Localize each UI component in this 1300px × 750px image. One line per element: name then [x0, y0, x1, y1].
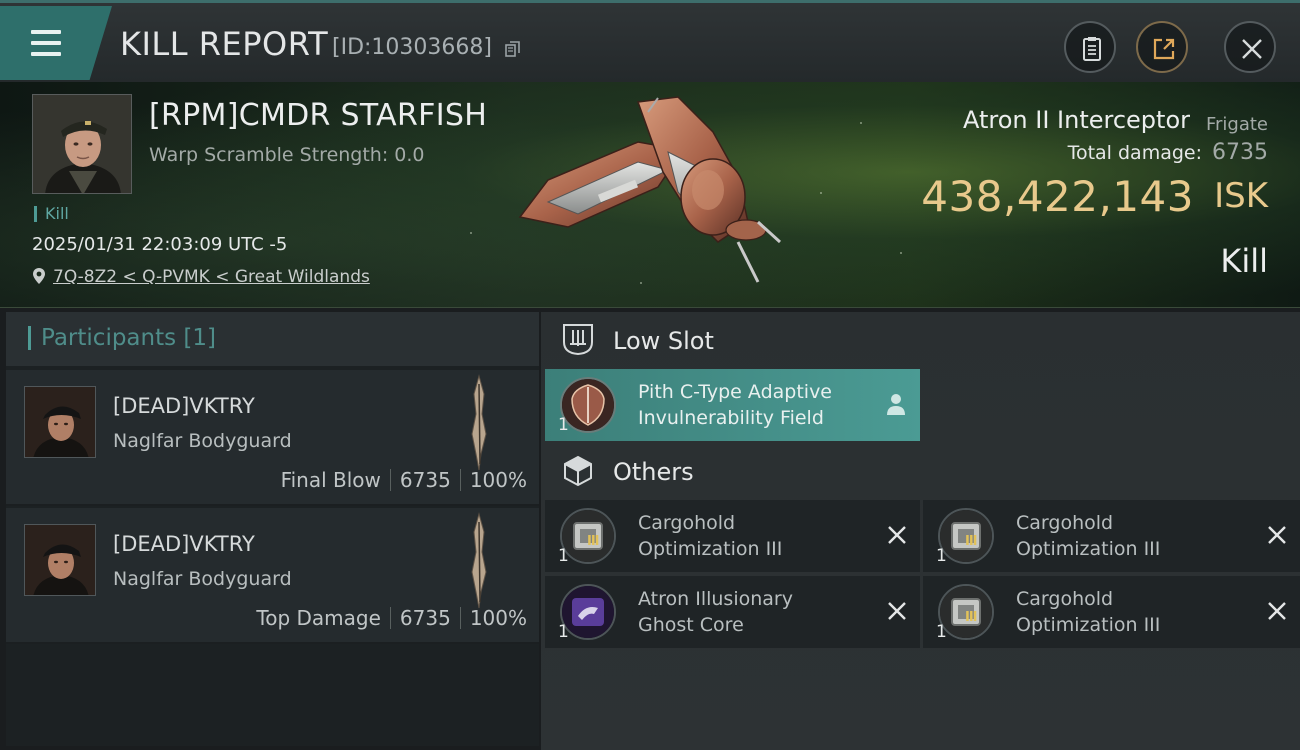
participant-name[interactable]: [DEAD]VKTRY	[113, 394, 255, 418]
participant-percent: 100%	[469, 606, 527, 630]
participants-title: Participants [1]	[28, 326, 216, 350]
total-damage-label: Total damage:	[1067, 142, 1202, 164]
ship-name[interactable]: Atron II Interceptor	[963, 106, 1190, 134]
low-slot-icon	[563, 324, 593, 356]
module-name: Cargohold Optimization III	[638, 510, 868, 562]
low-slot-label: Low Slot	[613, 327, 714, 355]
participant-ship-icon[interactable]	[468, 374, 490, 472]
pilot-avatar	[33, 95, 131, 193]
share-button[interactable]	[1136, 21, 1188, 73]
destroyed-x-icon	[888, 526, 906, 544]
kill-location-link[interactable]: 7Q-8Z2 < Q-PVMK < Great Wildlands	[53, 267, 370, 287]
participants-header: Participants [1]	[6, 312, 539, 366]
module-name: Cargohold Optimization III	[1016, 510, 1246, 562]
module-name-line: Cargohold	[1016, 512, 1114, 534]
tier-badge-icon: III	[587, 534, 599, 549]
victim-name[interactable]: [RPM]CMDR STARFISH	[149, 98, 487, 133]
participant-avatar[interactable]	[24, 524, 96, 596]
participant-stats: Final Blow 6735 100%	[281, 468, 527, 492]
module-name-line: Cargohold	[638, 512, 736, 534]
cargo-box-icon	[564, 455, 592, 487]
module-item[interactable]: 1 Pith C-Type Adaptive Invulnerability F…	[545, 369, 920, 441]
tier-badge-icon: III	[965, 534, 977, 549]
module-name: Cargohold Optimization III	[1016, 586, 1246, 638]
module-name-line: Pith C-Type Adaptive	[638, 381, 832, 403]
kill-datetime: 2025/01/31 22:03:09 UTC -5	[32, 234, 288, 255]
ghost-core-icon	[562, 586, 614, 638]
participant-avatar[interactable]	[24, 386, 96, 458]
participant-role: Top Damage	[256, 606, 381, 630]
module-item[interactable]: 1 Atron Illusionary Ghost Core	[545, 576, 920, 648]
module-name-line: Atron Illusionary	[638, 588, 793, 610]
module-item[interactable]: III 1 Cargohold Optimization III	[923, 500, 1300, 572]
title-bar: KILL REPORT [ID:10303668]	[0, 0, 1300, 82]
report-id: [ID:10303668]	[332, 35, 492, 60]
module-quantity: 1	[936, 546, 947, 566]
location-pin-icon	[33, 268, 45, 284]
module-quantity: 1	[558, 546, 569, 566]
copy-icon[interactable]	[505, 41, 520, 57]
module-quantity: 1	[936, 622, 947, 642]
total-damage-value: 6735	[1212, 140, 1268, 165]
module-name-line: Optimization III	[1016, 538, 1161, 560]
isk-unit: ISK	[1214, 176, 1268, 216]
shield-module-icon	[562, 379, 614, 431]
share-icon	[1153, 38, 1175, 60]
participant-stats: Top Damage 6735 100%	[256, 606, 527, 630]
tier-badge-icon: III	[965, 610, 977, 625]
participant-ship-icon[interactable]	[468, 512, 490, 610]
module-quantity: 1	[558, 622, 569, 642]
module-name-line: Cargohold	[1016, 588, 1114, 610]
others-label: Others	[613, 458, 694, 486]
module-name-line: Optimization III	[638, 538, 783, 560]
clipboard-icon	[1083, 37, 1101, 61]
module-name: Pith C-Type Adaptive Invulnerability Fie…	[638, 379, 868, 431]
destroyed-x-icon	[1268, 602, 1286, 620]
participant-row[interactable]: [DEAD]VKTRY Naglfar Bodyguard Final Blow…	[6, 370, 539, 506]
page-title: KILL REPORT	[120, 25, 329, 63]
participant-corp: Naglfar Bodyguard	[113, 568, 292, 590]
close-button[interactable]	[1224, 21, 1276, 73]
person-icon[interactable]	[884, 391, 908, 417]
destroyed-x-icon	[1268, 526, 1286, 544]
kill-type: Kill	[1220, 242, 1268, 280]
clipboard-button[interactable]	[1064, 21, 1116, 73]
destroyed-x-icon	[888, 602, 906, 620]
participant-damage: 6735	[399, 468, 451, 492]
isk-value: 438,422,143	[921, 172, 1194, 221]
participants-panel: Participants [1] [DEAD]VKTRY Naglfar Bod…	[6, 312, 539, 746]
victim-summary: [RPM]CMDR STARFISH Warp Scramble Strengt…	[0, 82, 1300, 308]
pilot-avatar	[25, 387, 95, 457]
participant-percent: 100%	[469, 468, 527, 492]
close-icon	[1242, 39, 1262, 59]
pilot-avatar	[25, 525, 95, 595]
victim-portrait[interactable]	[32, 94, 132, 194]
participant-name[interactable]: [DEAD]VKTRY	[113, 532, 255, 556]
warp-scramble-strength: Warp Scramble Strength: 0.0	[149, 144, 425, 166]
module-name-line: Ghost Core	[638, 614, 744, 636]
module-name-line: Invulnerability Field	[638, 407, 824, 429]
ship-class: Frigate	[1205, 114, 1268, 135]
module-item[interactable]: III 1 Cargohold Optimization III	[545, 500, 920, 572]
participant-damage: 6735	[399, 606, 451, 630]
module-item[interactable]: III 1 Cargohold Optimization III	[923, 576, 1300, 648]
module-quantity: 1	[558, 415, 569, 435]
participant-row[interactable]: [DEAD]VKTRY Naglfar Bodyguard Top Damage…	[6, 508, 539, 644]
ship-render[interactable]	[508, 92, 798, 297]
fitting-panel: Low Slot 1 Pith C-Type Adaptive Invulner…	[541, 312, 1300, 750]
hamburger-menu-icon	[27, 28, 63, 58]
module-name: Atron Illusionary Ghost Core	[638, 586, 868, 638]
menu-button[interactable]	[0, 6, 112, 80]
module-name-line: Optimization III	[1016, 614, 1161, 636]
participant-corp: Naglfar Bodyguard	[113, 430, 292, 452]
participant-role: Final Blow	[280, 468, 381, 492]
kill-tag: Kill	[34, 206, 69, 222]
